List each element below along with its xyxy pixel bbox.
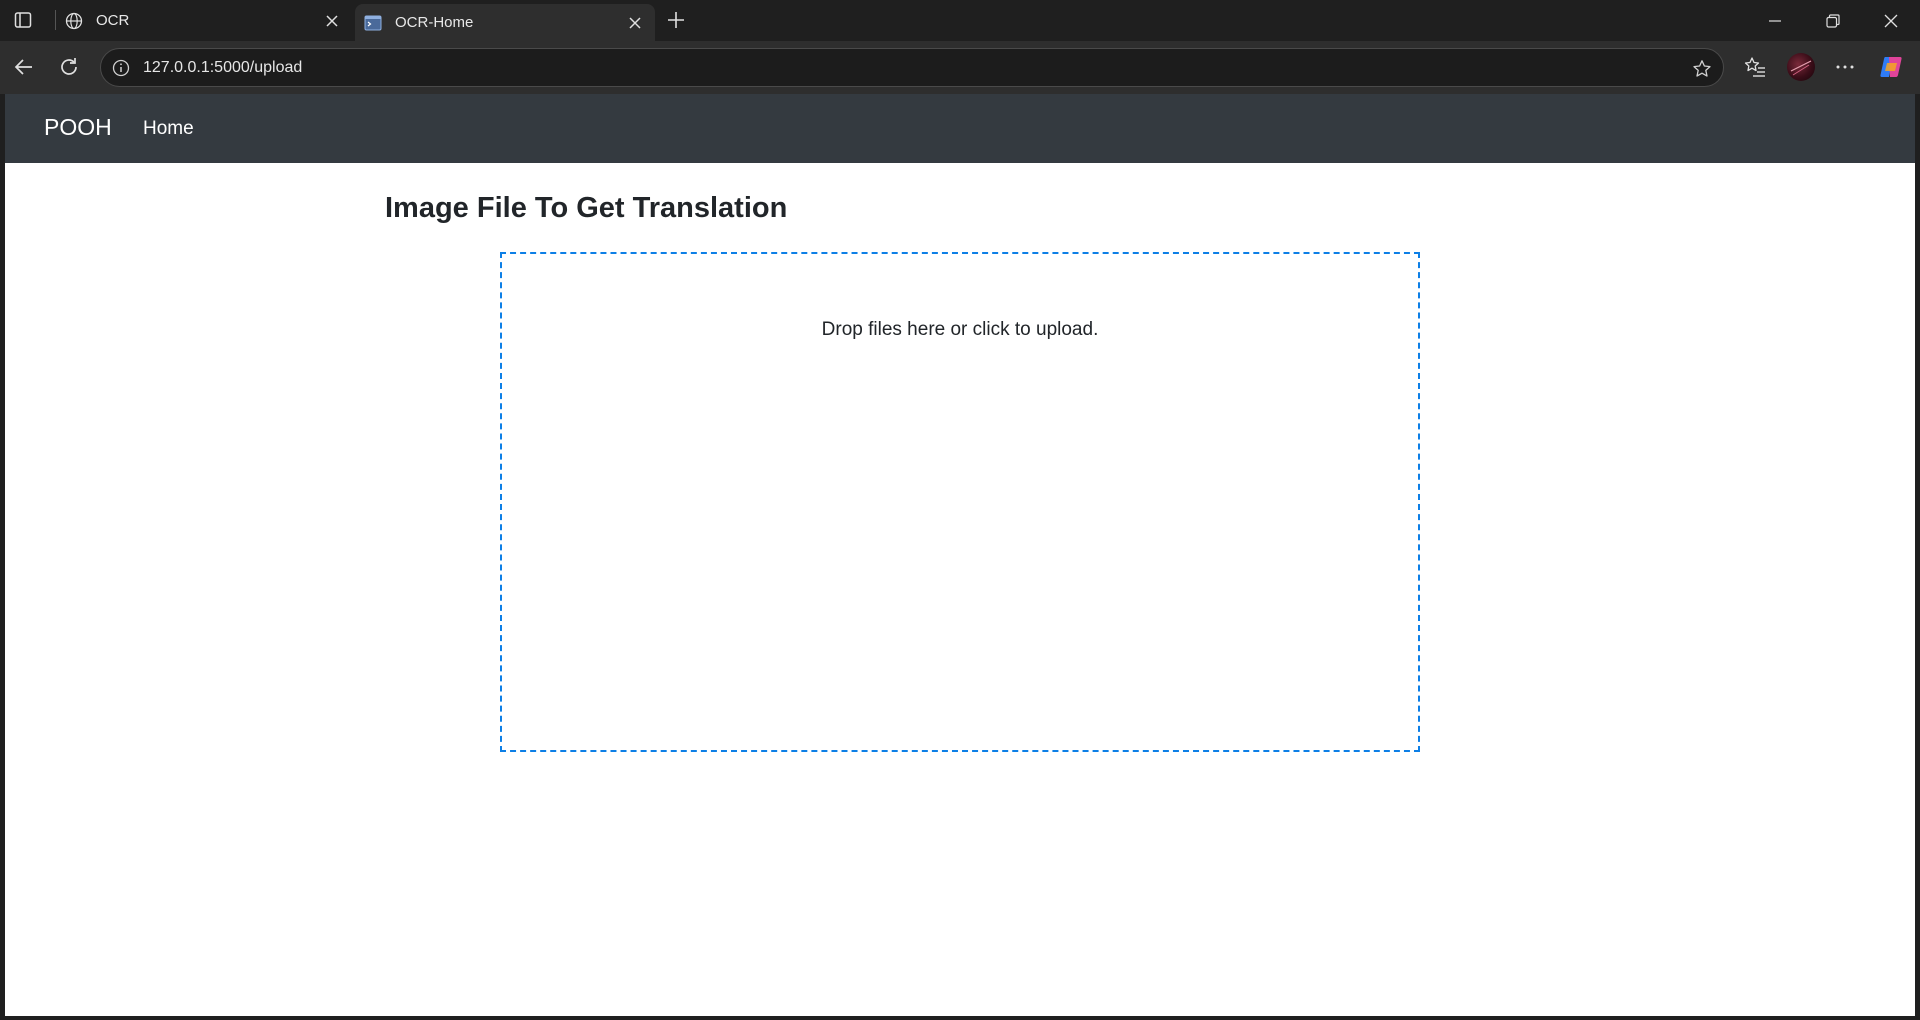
restore-icon <box>1826 13 1840 28</box>
page-viewport: POOH Home Image File To Get Translation … <box>5 94 1915 1016</box>
close-icon[interactable] <box>322 11 342 31</box>
tab-title: OCR-Home <box>395 14 474 31</box>
copilot-button[interactable] <box>1877 53 1905 81</box>
page-title: Image File To Get Translation <box>385 192 788 224</box>
new-tab-button[interactable] <box>664 8 688 32</box>
tab-ocr-home[interactable]: OCR-Home <box>355 4 655 41</box>
minimize-icon <box>1769 19 1781 22</box>
refresh-icon <box>61 58 77 75</box>
refresh-button[interactable] <box>55 53 83 81</box>
restore-button[interactable] <box>1804 0 1862 41</box>
minimize-button[interactable] <box>1746 0 1804 41</box>
plus-icon <box>668 12 684 28</box>
terminal-window-icon <box>363 13 383 33</box>
copilot-icon <box>1880 57 1902 77</box>
close-window-button[interactable] <box>1862 0 1920 41</box>
profile-avatar[interactable] <box>1787 53 1815 81</box>
url-text[interactable]: 127.0.0.1:5000/upload <box>143 59 302 77</box>
back-arrow-icon <box>14 59 32 75</box>
favorites-list-icon <box>1744 57 1765 77</box>
window-controls <box>1746 0 1920 41</box>
more-dots-icon <box>1836 65 1854 69</box>
favorites-button[interactable] <box>1741 53 1769 81</box>
more-menu-button[interactable] <box>1831 53 1859 81</box>
favorite-star-icon[interactable] <box>1691 58 1713 80</box>
browser-tab-bar: OCR OCR-Home <box>0 0 1920 41</box>
file-dropzone[interactable]: Drop files here or click to upload. <box>500 252 1420 752</box>
globe-icon <box>64 11 84 31</box>
tab-title: OCR <box>96 12 130 29</box>
dropzone-message: Drop files here or click to upload. <box>821 319 1099 340</box>
tab-actions-icon[interactable] <box>13 10 33 30</box>
address-bar[interactable]: 127.0.0.1:5000/upload <box>100 48 1724 87</box>
site-navbar: POOH Home <box>5 94 1915 163</box>
site-info-icon[interactable] <box>111 58 131 78</box>
nav-link-home[interactable]: Home <box>143 118 194 140</box>
browser-toolbar: 127.0.0.1:5000/upload <box>0 41 1920 94</box>
close-icon <box>1884 14 1898 27</box>
back-button[interactable] <box>10 53 38 81</box>
tab-ocr[interactable]: OCR <box>56 0 352 41</box>
close-icon[interactable] <box>625 13 645 33</box>
navbar-brand[interactable]: POOH <box>44 114 112 141</box>
